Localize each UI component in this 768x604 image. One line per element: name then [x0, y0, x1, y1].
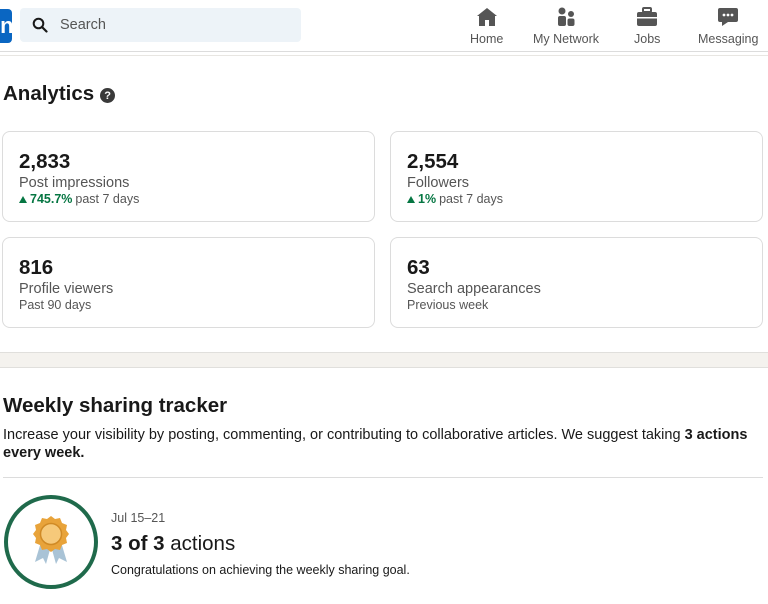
followers-value: 2,554 — [407, 150, 459, 173]
post-impressions-label: Post impressions — [19, 175, 130, 191]
profile-viewers-card[interactable]: 816 Profile viewers Past 90 days — [2, 237, 375, 328]
search-appearances-card[interactable]: 63 Search appearances Previous week — [390, 237, 763, 328]
profile-viewers-value: 816 — [19, 256, 54, 279]
nav-jobs[interactable]: Jobs — [634, 4, 660, 48]
nav-messaging-label: Messaging — [698, 32, 759, 46]
search-appearances-value: 63 — [407, 256, 430, 279]
post-impressions-value: 2,833 — [19, 150, 71, 173]
trend-up-icon — [19, 195, 27, 203]
nav-home-label: Home — [470, 32, 504, 46]
search-appearances-period: Previous week — [407, 298, 489, 312]
post-impressions-change: 745.7% — [30, 192, 73, 206]
actions-count-suffix: actions — [164, 532, 236, 555]
linkedin-logo[interactable]: in — [0, 9, 12, 43]
tracker-divider — [3, 477, 763, 478]
post-impressions-trend: 745.7% past 7 days — [19, 192, 139, 206]
search-icon — [20, 17, 60, 33]
followers-change: 1% — [418, 192, 437, 206]
week-range: Jul 15–21 — [111, 511, 166, 525]
congratulations-message: Congratulations on achieving the weekly … — [111, 563, 410, 577]
top-navigation-bar: in Home My Network Jobs Messaging — [0, 0, 768, 52]
home-icon — [475, 4, 499, 30]
help-icon[interactable]: ? — [100, 88, 116, 103]
tracker-heading: Weekly sharing tracker — [3, 394, 228, 417]
divider — [0, 55, 768, 56]
nav-messaging[interactable]: Messaging — [698, 4, 758, 48]
followers-period: past 7 days — [439, 192, 504, 206]
analytics-title: Analytics — [3, 82, 95, 105]
search-appearances-label: Search appearances — [407, 281, 541, 297]
trend-up-icon — [407, 195, 415, 203]
tracker-description: Increase your visibility by posting, com… — [3, 426, 768, 462]
nav-my-network[interactable]: My Network — [533, 4, 599, 48]
nav-jobs-label: Jobs — [634, 32, 661, 46]
profile-viewers-period: Past 90 days — [19, 298, 92, 312]
search-box[interactable] — [20, 8, 301, 42]
nav-my-network-label: My Network — [533, 32, 599, 46]
messaging-icon — [716, 4, 740, 30]
profile-viewers-label: Profile viewers — [19, 281, 114, 297]
actions-count: 3 of 3 actions — [111, 532, 235, 556]
post-impressions-period: past 7 days — [75, 192, 140, 206]
tracker-description-text: Increase your visibility by posting, com… — [3, 427, 685, 443]
post-impressions-card[interactable]: 2,833 Post impressions 745.7% past 7 day… — [2, 131, 375, 222]
analytics-heading: Analytics ? — [3, 82, 116, 106]
network-icon — [554, 4, 578, 30]
followers-label: Followers — [407, 175, 470, 191]
medal-icon — [31, 514, 71, 571]
followers-trend: 1% past 7 days — [407, 192, 503, 206]
section-separator — [0, 352, 768, 368]
search-input[interactable] — [60, 17, 280, 33]
goal-achieved-badge — [4, 495, 98, 589]
nav-home[interactable]: Home — [470, 4, 503, 48]
followers-card[interactable]: 2,554 Followers 1% past 7 days — [390, 131, 763, 222]
actions-count-value: 3 of 3 — [111, 532, 165, 555]
briefcase-icon — [635, 4, 659, 30]
